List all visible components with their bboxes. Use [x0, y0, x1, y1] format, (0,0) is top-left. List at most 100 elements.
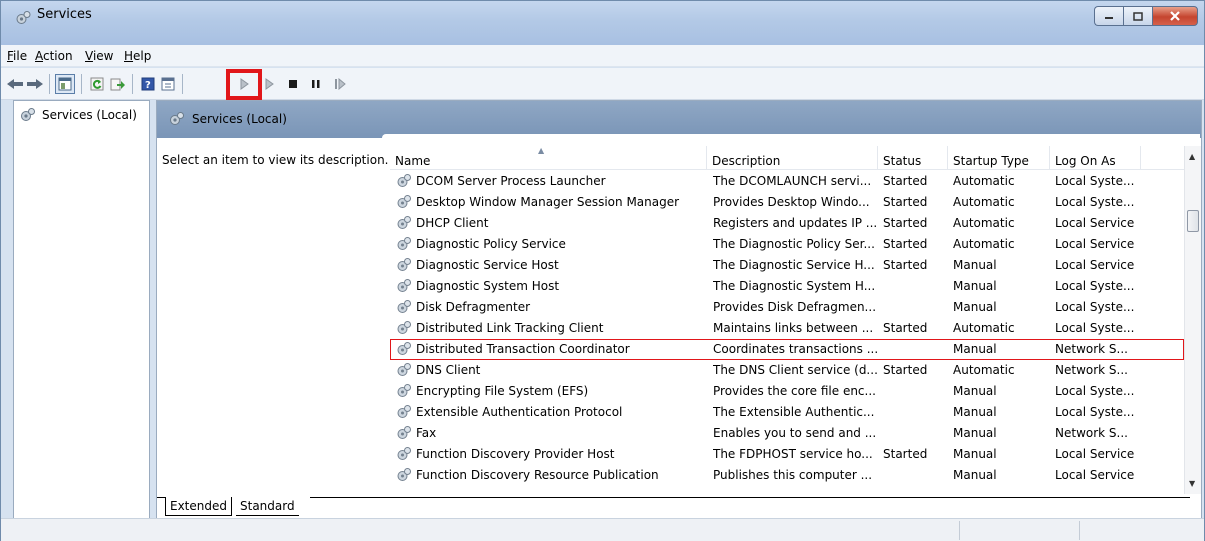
service-log-on-as: Local Syste...	[1055, 300, 1135, 314]
tree-item-services-local[interactable]: Services (Local)	[20, 106, 139, 124]
service-log-on-as: Local Syste...	[1055, 405, 1135, 419]
service-name: Diagnostic System Host	[416, 279, 560, 293]
service-gear-icon	[397, 279, 411, 292]
table-row[interactable]: Disk Defragmenter Provides Disk Defragmen…	[390, 297, 1184, 318]
show-hide-tree-icon	[58, 77, 72, 91]
refresh-button[interactable]	[87, 74, 107, 94]
minimize-icon	[1105, 17, 1113, 19]
table-row[interactable]: Distributed Transaction Coordinator Coord…	[390, 339, 1184, 360]
service-startup-type: Manual	[953, 447, 997, 461]
table-row[interactable]: DHCP Client Registers and updates IP ... S…	[390, 213, 1184, 234]
tab-standard[interactable]: Standard	[236, 497, 299, 516]
highlighted-start-button-frame	[226, 69, 262, 100]
start-service-alt-button[interactable]	[259, 74, 279, 94]
header-notch	[382, 134, 1200, 138]
service-startup-type: Manual	[953, 258, 997, 272]
service-name: Diagnostic Policy Service	[416, 237, 566, 251]
service-gear-icon	[397, 321, 411, 334]
service-startup-type: Automatic	[953, 195, 1015, 209]
service-description: Enables you to send and ...	[713, 426, 877, 440]
service-startup-type: Automatic	[953, 216, 1015, 230]
stop-service-button[interactable]	[283, 74, 303, 94]
minimize-button[interactable]	[1094, 6, 1123, 26]
table-row[interactable]: Distributed Link Tracking Client Maintain…	[390, 318, 1184, 339]
vertical-scrollbar[interactable]: ▲ ▼	[1184, 146, 1201, 494]
table-row[interactable]: Fax Enables you to send and ... Manual Netw…	[390, 423, 1184, 444]
forward-button[interactable]	[25, 74, 45, 94]
service-log-on-as: Local Service	[1055, 237, 1135, 251]
pane-header: Services (Local)	[157, 101, 1201, 138]
service-gear-icon	[397, 468, 411, 481]
resume-service-button[interactable]	[330, 74, 350, 94]
menu-view[interactable]: View	[85, 49, 113, 63]
scroll-down-icon[interactable]: ▼	[1189, 479, 1195, 488]
close-button[interactable]	[1152, 6, 1198, 26]
table-row[interactable]: DNS Client The DNS Client service (d... St…	[390, 360, 1184, 381]
table-row[interactable]: Desktop Window Manager Session Manager Pr…	[390, 192, 1184, 213]
title-bar[interactable]: Services	[1, 1, 1204, 45]
tab-baseline	[157, 497, 165, 498]
table-row[interactable]: Function Discovery Provider Host The FDPH…	[390, 444, 1184, 465]
column-header-log-on-as[interactable]: Log On As	[1050, 146, 1141, 170]
table-row[interactable]: Encrypting File System (EFS) Provides the…	[390, 381, 1184, 402]
service-gear-icon	[397, 342, 411, 355]
pause-service-button[interactable]	[306, 74, 326, 94]
toolbar-separator	[49, 74, 50, 94]
service-name: DNS Client	[416, 363, 481, 377]
service-gear-icon	[397, 300, 411, 313]
back-button[interactable]	[5, 74, 25, 94]
scroll-thumb[interactable]	[1187, 210, 1199, 232]
service-gear-icon	[397, 195, 411, 208]
table-row[interactable]: DCOM Server Process Launcher The DCOMLAUN…	[390, 171, 1184, 192]
service-name: Distributed Link Tracking Client	[416, 321, 604, 335]
service-startup-type: Automatic	[953, 321, 1015, 335]
column-header-description[interactable]: Description	[707, 146, 878, 170]
service-gear-icon	[397, 237, 411, 250]
service-description: The DNS Client service (d...	[713, 363, 878, 377]
column-header-status[interactable]: Status	[878, 146, 948, 170]
service-gear-icon	[397, 384, 411, 397]
service-name: Extensible Authentication Protocol	[416, 405, 623, 419]
services-header-icon	[170, 112, 184, 125]
service-name: Function Discovery Resource Publication	[416, 468, 659, 482]
service-gear-icon	[397, 258, 411, 271]
service-name: DHCP Client	[416, 216, 489, 230]
table-row[interactable]: Diagnostic Service Host The Diagnostic Se…	[390, 255, 1184, 276]
table-row[interactable]: Diagnostic Policy Service The Diagnostic …	[390, 234, 1184, 255]
resume-service-icon	[335, 78, 346, 90]
column-header-startup-type[interactable]: Startup Type	[948, 146, 1050, 170]
service-description: The Extensible Authentic...	[713, 405, 875, 419]
pane-title: Services (Local)	[192, 112, 287, 126]
service-gear-icon	[397, 216, 411, 229]
menu-file[interactable]: File	[7, 49, 27, 63]
toolbar-separator	[81, 74, 82, 94]
table-row[interactable]: Function Discovery Resource Publication P…	[390, 465, 1184, 486]
service-log-on-as: Network S...	[1055, 342, 1128, 356]
menu-help[interactable]: Help	[124, 49, 151, 63]
service-description: Provides the core file enc...	[713, 384, 876, 398]
column-header-name[interactable]: Name	[390, 146, 707, 170]
export-list-button[interactable]	[108, 74, 128, 94]
service-log-on-as: Local Syste...	[1055, 384, 1135, 398]
maximize-button[interactable]	[1123, 6, 1152, 26]
service-startup-type: Automatic	[953, 363, 1015, 377]
back-icon	[7, 79, 23, 89]
show-hide-tree-button[interactable]	[55, 74, 75, 94]
menu-action[interactable]: Action	[35, 49, 73, 63]
service-log-on-as: Local Service	[1055, 258, 1135, 272]
properties-button[interactable]	[158, 74, 178, 94]
service-log-on-as: Network S...	[1055, 363, 1128, 377]
help-icon: ?	[141, 77, 155, 91]
services-app-icon	[16, 11, 31, 24]
services-list: ▲ Name Description Status Startup Type L…	[390, 146, 1199, 494]
tab-extended[interactable]: Extended	[165, 497, 232, 516]
toolbar-separator	[182, 74, 183, 94]
status-bar	[1, 518, 1204, 541]
stop-service-icon	[289, 80, 297, 88]
help-button[interactable]: ?	[138, 74, 158, 94]
scroll-up-icon[interactable]: ▲	[1189, 152, 1195, 161]
table-row[interactable]: Diagnostic System Host The Diagnostic Sys…	[390, 276, 1184, 297]
table-row[interactable]: Extensible Authentication Protocol The Ex…	[390, 402, 1184, 423]
tree-item-label: Services (Local)	[42, 108, 137, 122]
forward-icon	[27, 79, 43, 89]
